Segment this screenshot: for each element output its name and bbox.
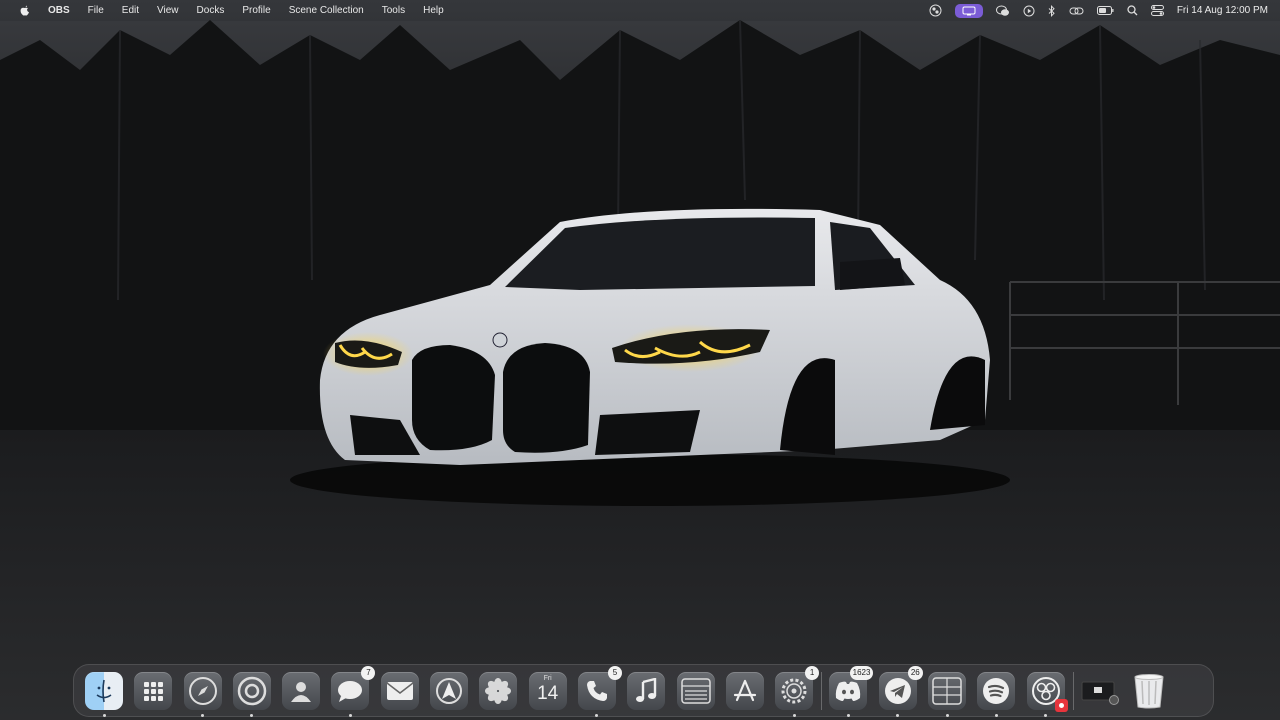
running-indicator [250, 713, 254, 717]
screenshot-folder-icon [1080, 676, 1120, 706]
running-indicator [945, 713, 949, 717]
running-indicator [896, 713, 900, 717]
running-indicator [1044, 713, 1048, 717]
messages-icon [336, 679, 364, 703]
dock-app-maps[interactable] [430, 671, 469, 710]
dock-app-music[interactable] [627, 671, 666, 710]
dock-app-launchpad[interactable] [134, 671, 173, 710]
running-indicator [994, 713, 998, 717]
dock-app-notes[interactable] [676, 671, 715, 710]
phone-badge: 5 [607, 665, 622, 680]
mail-icon [386, 681, 414, 701]
dock-app-telegram[interactable]: 26 [878, 665, 923, 717]
dock-app-finder[interactable] [85, 671, 123, 717]
obs-status-icon[interactable] [929, 4, 942, 17]
running-indicator [792, 713, 796, 717]
phone-icon [585, 679, 609, 703]
menu-bar: OBS File Edit View Docks Profile Scene C… [0, 0, 1280, 21]
gear-icon [779, 676, 809, 706]
menu-app-name[interactable]: OBS [48, 5, 70, 16]
menu-profile[interactable]: Profile [242, 5, 270, 16]
dock-app-messages[interactable]: 7 [331, 665, 376, 717]
finder-icon [91, 678, 117, 704]
dock-app-obs[interactable] [1026, 671, 1068, 717]
dock-app-calendar[interactable]: Fri 14 [528, 671, 567, 710]
dock-app-screenshot-folder[interactable] [1081, 672, 1119, 710]
running-indicator [846, 713, 850, 717]
discord-badge: 1623 [849, 665, 874, 680]
contacts-icon [288, 678, 314, 704]
menu-help[interactable]: Help [423, 5, 444, 16]
dock-app-chrome[interactable] [232, 671, 271, 717]
dock-app-photos[interactable] [479, 671, 518, 710]
maps-icon [435, 677, 463, 705]
dock-app-mail[interactable] [380, 671, 419, 710]
search-icon[interactable] [1127, 5, 1138, 16]
music-icon [635, 677, 657, 704]
safari-icon [188, 676, 218, 706]
dock-separator [821, 671, 823, 710]
dock-app-spotify[interactable] [977, 671, 1016, 717]
running-indicator [102, 713, 106, 717]
battery-icon[interactable] [1096, 6, 1114, 15]
grid-icon [932, 676, 962, 705]
dock-app-contacts[interactable] [282, 671, 321, 710]
menu-scene-collection[interactable]: Scene Collection [289, 5, 364, 16]
link-icon[interactable] [1069, 6, 1084, 16]
bluetooth-icon[interactable] [1048, 4, 1056, 17]
running-indicator [595, 713, 599, 717]
menu-view[interactable]: View [157, 5, 179, 16]
menu-edit[interactable]: Edit [122, 5, 139, 16]
chrome-icon [237, 676, 267, 706]
telegram-badge: 26 [907, 665, 923, 680]
launchpad-icon [141, 679, 165, 703]
dock-app-app-store[interactable] [725, 671, 764, 710]
calendar-date-number: 14 [537, 683, 559, 704]
photos-icon [483, 676, 513, 706]
dock-app-safari[interactable] [183, 671, 222, 717]
dock-app-grid[interactable] [928, 671, 967, 717]
dock-app-discord[interactable]: 1623 [829, 665, 874, 717]
notes-icon [680, 677, 711, 704]
wechat-icon[interactable] [995, 5, 1010, 17]
menu-docks[interactable]: Docks [197, 5, 225, 16]
telegram-icon [883, 676, 913, 706]
discord-icon [834, 680, 862, 702]
screen-mirror-icon[interactable] [954, 3, 983, 18]
menu-tools[interactable]: Tools [382, 5, 405, 16]
calendar-day-label: Fri [543, 674, 552, 682]
recording-indicator-icon [1054, 698, 1068, 712]
dock: 7 Fri 14 5 1 1623 26 [73, 664, 1214, 717]
menu-clock[interactable]: Fri 14 Aug 12:00 PM [1177, 5, 1268, 16]
play-icon[interactable] [1023, 5, 1035, 17]
dock-app-trash[interactable] [1130, 672, 1168, 710]
apple-logo-icon[interactable] [20, 5, 30, 16]
messages-badge: 7 [361, 665, 376, 680]
spotify-icon [981, 676, 1011, 706]
dock-app-system-settings[interactable]: 1 [775, 665, 820, 717]
running-indicator [201, 713, 205, 717]
trash-icon [1132, 673, 1166, 709]
dock-separator [1072, 671, 1074, 710]
dock-app-phone[interactable]: 5 [577, 665, 622, 717]
settings-badge: 1 [805, 665, 820, 680]
desktop-wallpaper [0, 0, 1280, 720]
control-center-icon[interactable] [1150, 5, 1164, 16]
running-indicator [348, 713, 352, 717]
menu-file[interactable]: File [88, 5, 104, 16]
app-store-icon [732, 678, 758, 704]
